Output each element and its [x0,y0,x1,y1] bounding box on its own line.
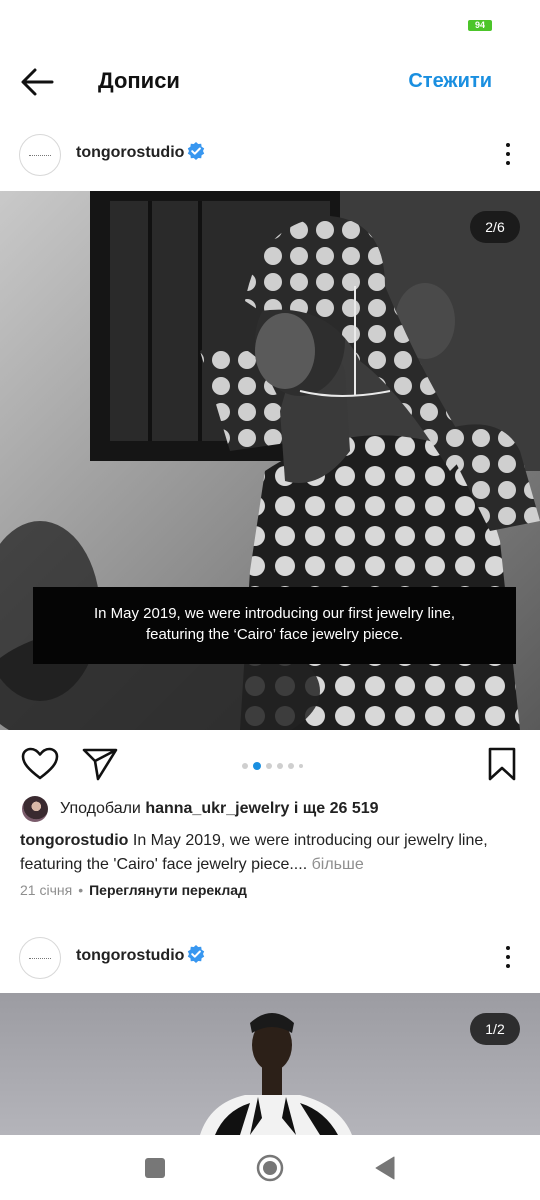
likes-text: Уподобали hanna_ukr_jewelry і ще 26 519 [60,800,379,817]
photo-illustration [0,993,540,1135]
caption-username[interactable]: tongorostudio [20,832,128,849]
post-image[interactable]: 2/6 In May 2019, we were introducing our… [0,191,540,730]
heart-icon [21,747,59,780]
post-username[interactable]: tongorostudio [76,144,184,162]
follow-button[interactable]: Стежити [408,70,492,93]
post-date: 21 січня [20,882,73,898]
post-header: tongorostudio [0,928,540,988]
pager-dot [288,762,294,769]
likes-username[interactable]: hanna_ukr_jewelry [145,800,289,817]
send-icon [82,748,118,781]
post-caption: tongorostudio In May 2019, we were intro… [20,829,520,877]
system-back-button[interactable] [370,1153,400,1183]
image-counter: 2/6 [470,211,520,243]
post-username[interactable]: tongorostudio [76,947,184,965]
page-title: Дописи [98,68,180,93]
bookmark-icon [488,747,516,781]
caption-more-link[interactable]: більше [312,856,364,873]
image-caption-overlay: In May 2019, we were introducing our fir… [33,587,516,664]
post-image[interactable]: 1/2 [0,993,540,1135]
back-arrow-icon [21,68,54,96]
more-vertical-icon [506,946,510,950]
home-button[interactable] [255,1153,285,1183]
image-caption-line: featuring the ‘Cairo’ face jewelry piece… [145,626,404,643]
post-meta: 21 січня • Переглянути переклад [20,882,247,898]
system-nav-bar [0,1135,540,1200]
avatar[interactable] [19,937,61,979]
pager-dot [242,762,248,769]
top-header: Дописи Стежити [0,52,540,112]
recents-button[interactable] [140,1153,170,1183]
pager-dot-active [253,761,261,770]
more-vertical-icon [506,143,510,147]
circle-home-icon [256,1154,284,1182]
post-actions [0,738,540,788]
avatar[interactable] [19,134,61,176]
share-button[interactable] [80,744,120,784]
square-nav-icon [145,1158,165,1178]
verified-badge-icon [187,142,205,160]
pager-dot [299,763,303,768]
image-counter: 1/2 [470,1013,520,1045]
post-header: tongorostudio [0,125,540,185]
more-options-button[interactable] [498,138,518,172]
save-button[interactable] [482,744,522,784]
triangle-back-icon [375,1156,395,1180]
battery-indicator: 94 [468,20,492,31]
carousel-pager [242,757,308,770]
status-bar: 94 [0,0,540,50]
avatar [22,796,48,822]
image-caption-line: In May 2019, we were introducing our fir… [94,605,455,622]
likes-count[interactable]: і ще 26 519 [289,800,379,817]
like-button[interactable] [20,744,60,784]
meta-separator: • [78,882,84,898]
pager-dot [266,762,272,769]
likes-row[interactable]: Уподобали hanna_ukr_jewelry і ще 26 519 [20,796,520,822]
verified-badge-icon [187,945,205,963]
see-translation-link[interactable]: Переглянути переклад [89,882,247,898]
back-button[interactable] [18,64,58,100]
more-options-button[interactable] [498,941,518,975]
pager-dot [277,762,283,769]
